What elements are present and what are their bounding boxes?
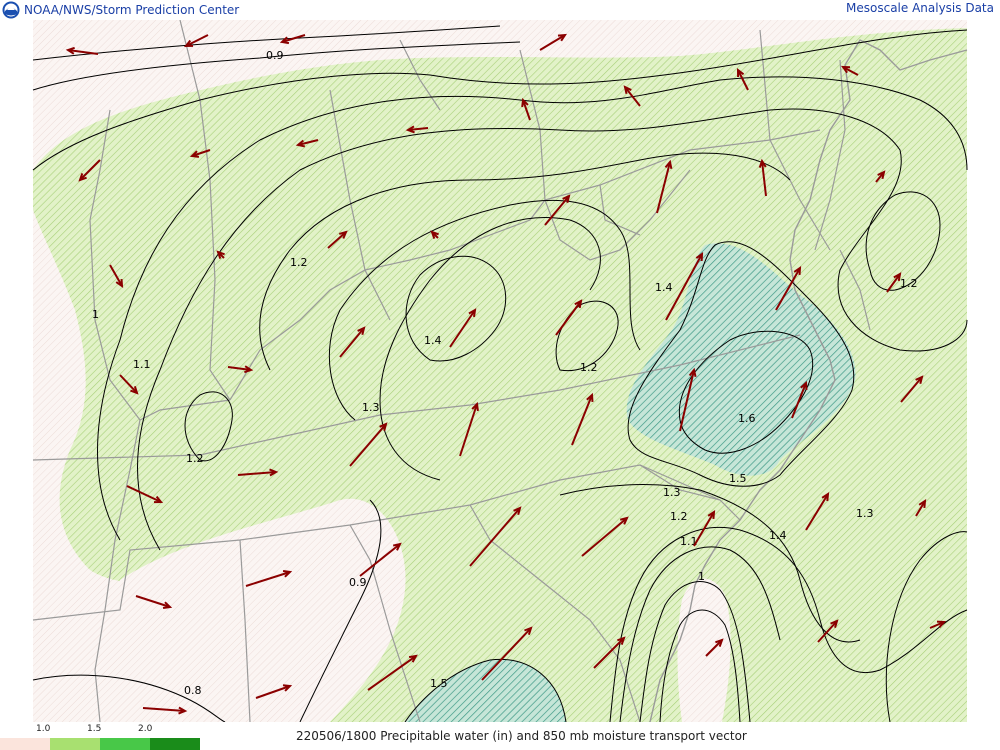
legend-swatch [100,738,150,750]
contour-label: 1.4 [769,529,787,542]
legend-tick-label: 1.5 [87,724,102,734]
contour-label: 1.5 [430,677,448,690]
map-svg: 0.9 1.2 1 1.1 1.4 1.3 1.2 1.2 1.4 1.6 1.… [32,19,968,723]
legend-swatch [150,738,200,750]
product-name: Mesoscale Analysis Data [846,1,994,15]
contour-label: 1 [698,570,705,583]
noaa-logo-icon [2,1,20,19]
contour-label: 1.3 [362,401,380,414]
org-name: NOAA/NWS/Storm Prediction Center [24,3,240,17]
legend-tick-label: 1.0 [36,724,51,734]
contour-label: 0.8 [184,684,202,697]
contour-label: 1.6 [738,412,756,425]
contour-label: 1.2 [186,452,204,465]
contour-label: 1 [92,308,99,321]
legend-tick-label: 2.0 [138,724,153,734]
map-panel: 0.9 1.2 1 1.1 1.4 1.3 1.2 1.2 1.4 1.6 1.… [0,19,1000,723]
contour-label: 1.2 [290,256,308,269]
contour-label: 1.4 [655,281,673,294]
contour-label: 1.2 [580,361,598,374]
legend-swatch [0,738,50,750]
header-org: NOAA/NWS/Storm Prediction Center [0,0,239,20]
contour-label: 1.3 [856,507,874,520]
contour-label: 1.1 [133,358,151,371]
legend-colorbar [0,738,200,750]
map-caption: 220506/1800 Precipitable water (in) and … [296,729,747,743]
contour-label: 0.9 [266,49,284,62]
legend-swatch [50,738,100,750]
contour-label: 1.3 [663,486,681,499]
contour-label: 1.5 [729,472,747,485]
contour-label: 1.2 [900,277,918,290]
footer: 1.0 1.5 2.0 220506/1800 Precipitable wat… [0,722,1000,750]
legend-labels: 1.0 1.5 2.0 [36,724,206,734]
dry-pocket-coast [677,578,731,722]
contour-label: 1.4 [424,334,442,347]
contour-label: 1.2 [670,510,688,523]
contour-label: 0.9 [349,576,367,589]
